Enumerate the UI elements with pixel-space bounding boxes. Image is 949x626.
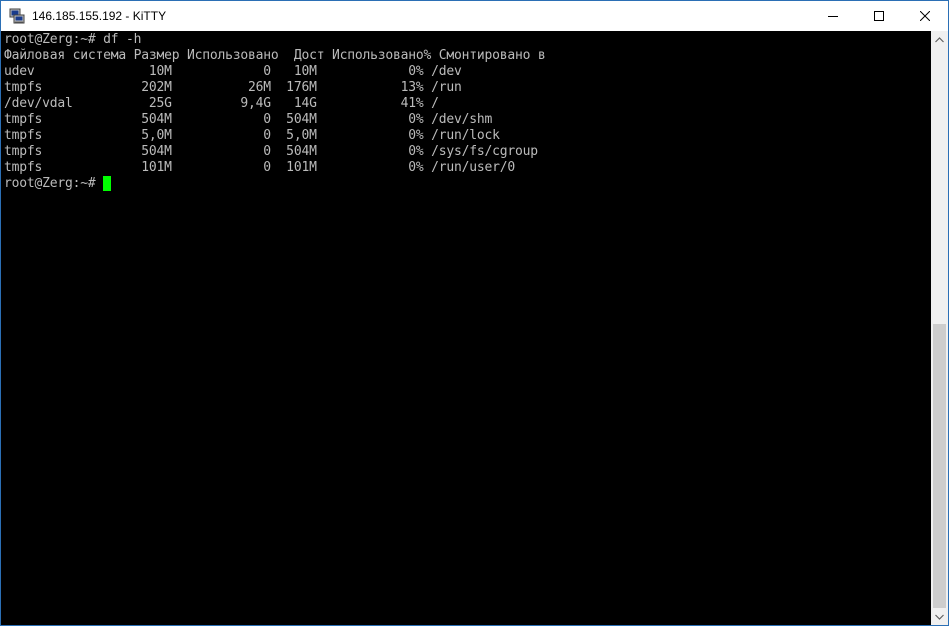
close-icon (920, 11, 930, 21)
terminal-line-command: root@Zerg:~# df -h (4, 32, 142, 47)
prompt-text: root@Zerg:~# (4, 176, 104, 191)
scroll-up-button[interactable] (931, 31, 948, 48)
window-title: 146.185.155.192 - KiTTY (32, 9, 167, 23)
terminal-prompt-line: root@Zerg:~# (4, 176, 112, 192)
kitty-window: 146.185.155.192 - KiTTY root@Zerg:~# df … (0, 0, 949, 626)
scrollbar-thumb[interactable] (933, 324, 946, 608)
maximize-button[interactable] (856, 1, 902, 31)
text-cursor (103, 176, 112, 191)
scroll-down-button[interactable] (931, 608, 948, 625)
terminal-line-header: Файловая система Размер Использовано Дос… (4, 48, 546, 63)
chevron-down-icon (935, 614, 944, 620)
vertical-scrollbar[interactable] (931, 31, 948, 625)
terminal-line: /dev/vdal 25G 9,4G 14G 41% / (4, 96, 439, 111)
minimize-button[interactable] (810, 1, 856, 31)
title-bar[interactable]: 146.185.155.192 - KiTTY (1, 1, 948, 31)
putty-computer-icon[interactable] (9, 8, 25, 24)
maximize-icon (874, 11, 884, 21)
terminal-line: tmpfs 504M 0 504M 0% /sys/fs/cgroup (4, 144, 538, 159)
close-button[interactable] (902, 1, 948, 31)
terminal-line: tmpfs 101M 0 101M 0% /run/user/0 (4, 160, 515, 175)
terminal-line: tmpfs 5,0M 0 5,0M 0% /run/lock (4, 128, 500, 143)
terminal-line: udev 10M 0 10M 0% /dev (4, 64, 462, 79)
minimize-icon (828, 16, 838, 17)
chevron-up-icon (935, 36, 944, 42)
terminal-line: tmpfs 202M 26M 176M 13% /run (4, 80, 462, 95)
window-controls (810, 1, 948, 31)
terminal-area[interactable]: root@Zerg:~# df -h Файловая система Разм… (1, 31, 932, 625)
terminal-line: tmpfs 504M 0 504M 0% /dev/shm (4, 112, 493, 127)
